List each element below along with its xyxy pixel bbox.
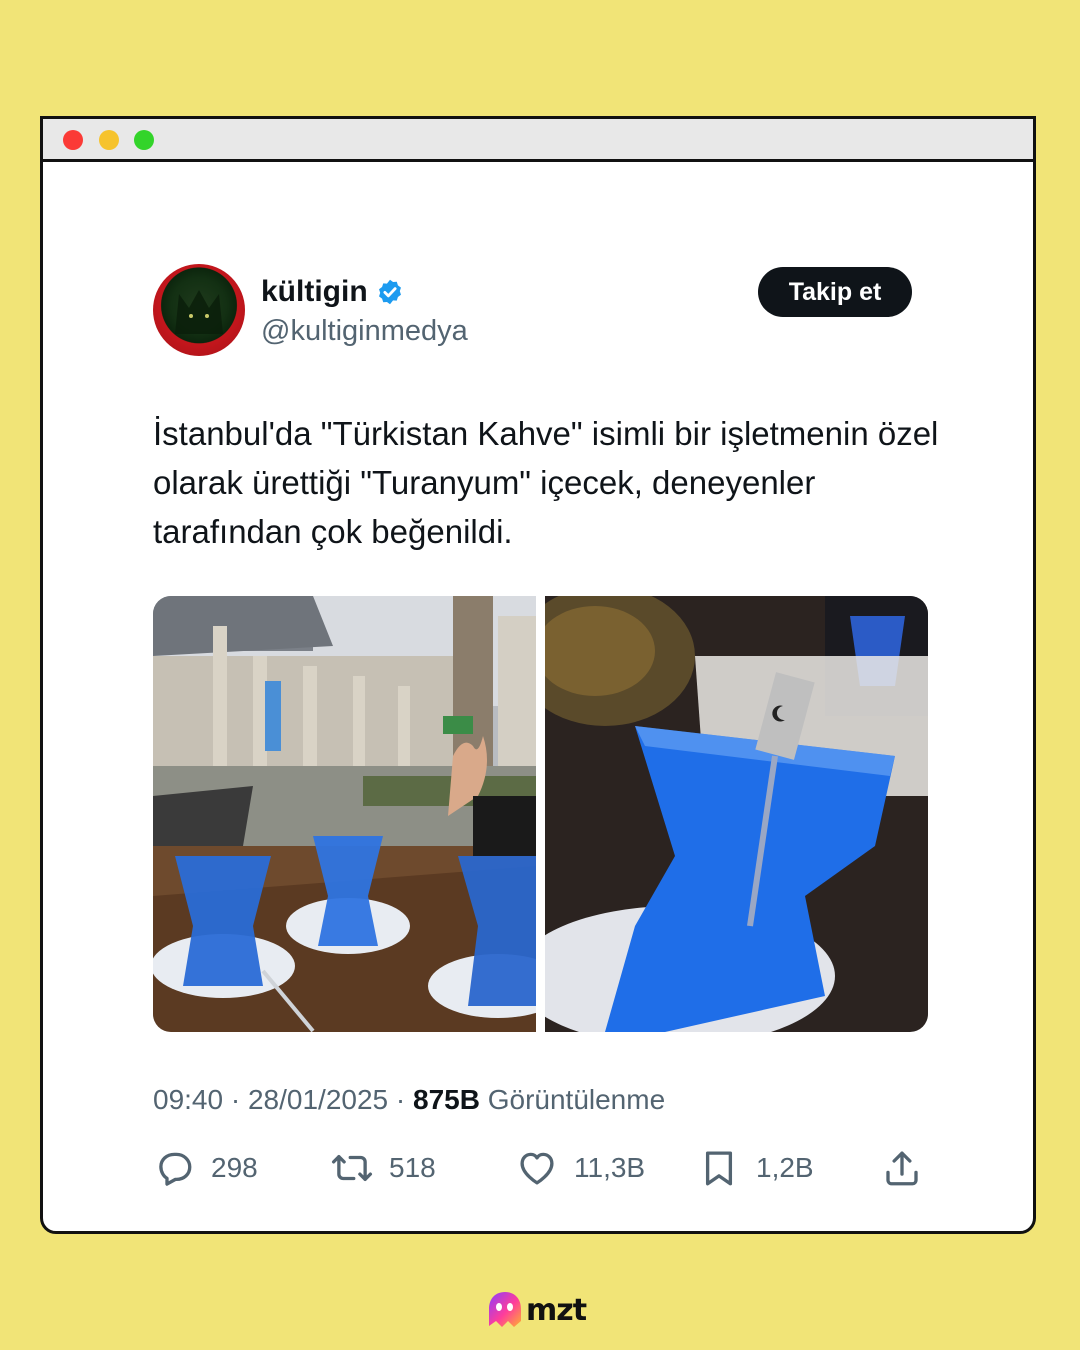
verified-badge-icon — [378, 279, 401, 305]
retweet-count: 518 — [389, 1152, 436, 1183]
brand-logo: mzt — [486, 1290, 587, 1330]
share-icon — [886, 1151, 918, 1186]
bookmark-button[interactable]: 1,2B — [698, 1147, 814, 1189]
views-label: Görüntülenme — [487, 1084, 666, 1115]
tweet-media-grid — [153, 596, 929, 1032]
bookmark-count: 1,2B — [756, 1152, 814, 1183]
tweet-meta: 09:40 · 28/01/2025 · 875B Görüntülenme — [153, 1084, 665, 1116]
bookmark-icon — [705, 1151, 733, 1186]
tweet-photo-closeup[interactable] — [545, 596, 928, 1032]
retweet-icon — [331, 1154, 373, 1182]
ghost-logo-icon — [489, 1292, 521, 1327]
author-name[interactable]: kültigin — [261, 275, 368, 309]
like-count: 11,3B — [574, 1152, 646, 1183]
window-titlebar — [43, 119, 1033, 162]
meta-separator: · — [395, 1084, 413, 1115]
tweet-date[interactable]: 28/01/2025 — [248, 1084, 388, 1115]
author-avatar[interactable] — [153, 264, 245, 356]
like-icon — [520, 1152, 554, 1185]
reply-icon — [159, 1152, 192, 1186]
close-window-button[interactable] — [63, 130, 83, 150]
tweet-photo-courtyard[interactable] — [153, 596, 536, 1032]
meta-separator: · — [230, 1084, 248, 1115]
follow-button[interactable]: Takip et — [758, 267, 912, 317]
brand-logo-text: mzt — [526, 1292, 587, 1328]
browser-window: kültigin @kultiginmedya Takip et İstanbu… — [40, 116, 1036, 1234]
reply-count: 298 — [211, 1152, 258, 1183]
minimize-window-button[interactable] — [99, 130, 119, 150]
retweet-button[interactable]: 518 — [331, 1147, 436, 1189]
reply-button[interactable]: 298 — [153, 1147, 258, 1189]
views-count: 875B — [413, 1084, 480, 1115]
tweet-time[interactable]: 09:40 — [153, 1084, 223, 1115]
like-button[interactable]: 11,3B — [516, 1147, 645, 1189]
maximize-window-button[interactable] — [134, 130, 154, 150]
author-handle[interactable]: @kultiginmedya — [261, 315, 468, 348]
share-button[interactable] — [881, 1147, 923, 1189]
tweet-text: İstanbul'da "Türkistan Kahve" isimli bir… — [153, 415, 939, 550]
author-name-row: kültigin — [261, 275, 404, 309]
tweet-actions: 298 518 11,3B 1,2B — [153, 1147, 933, 1195]
